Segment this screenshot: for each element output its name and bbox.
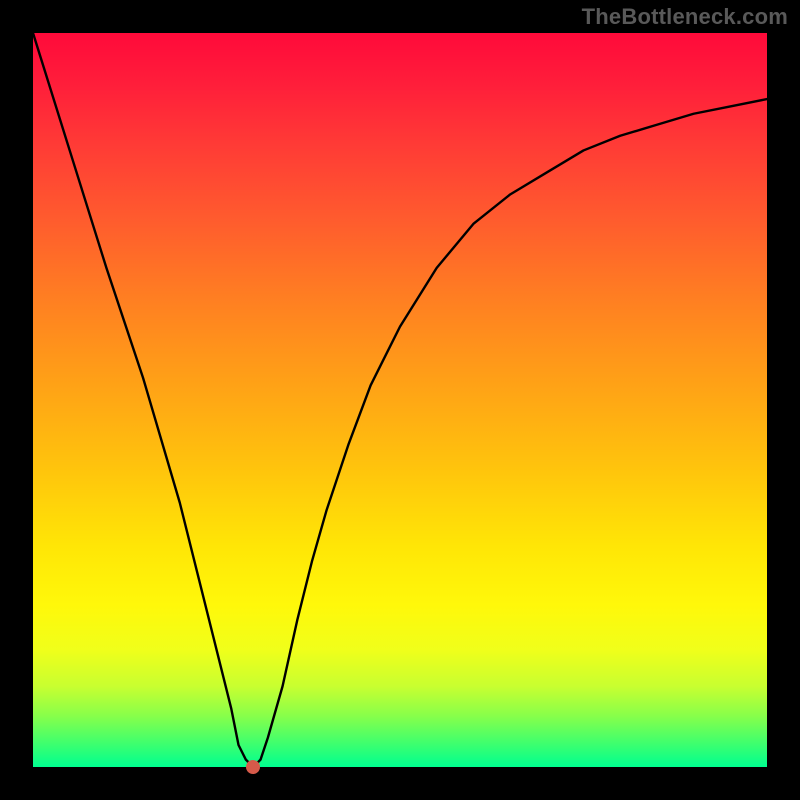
chart-frame: TheBottleneck.com [0,0,800,800]
curve-layer [33,33,767,767]
plot-area [33,33,767,767]
bottleneck-curve [33,33,767,767]
optimum-marker [246,760,260,774]
watermark: TheBottleneck.com [582,4,788,30]
